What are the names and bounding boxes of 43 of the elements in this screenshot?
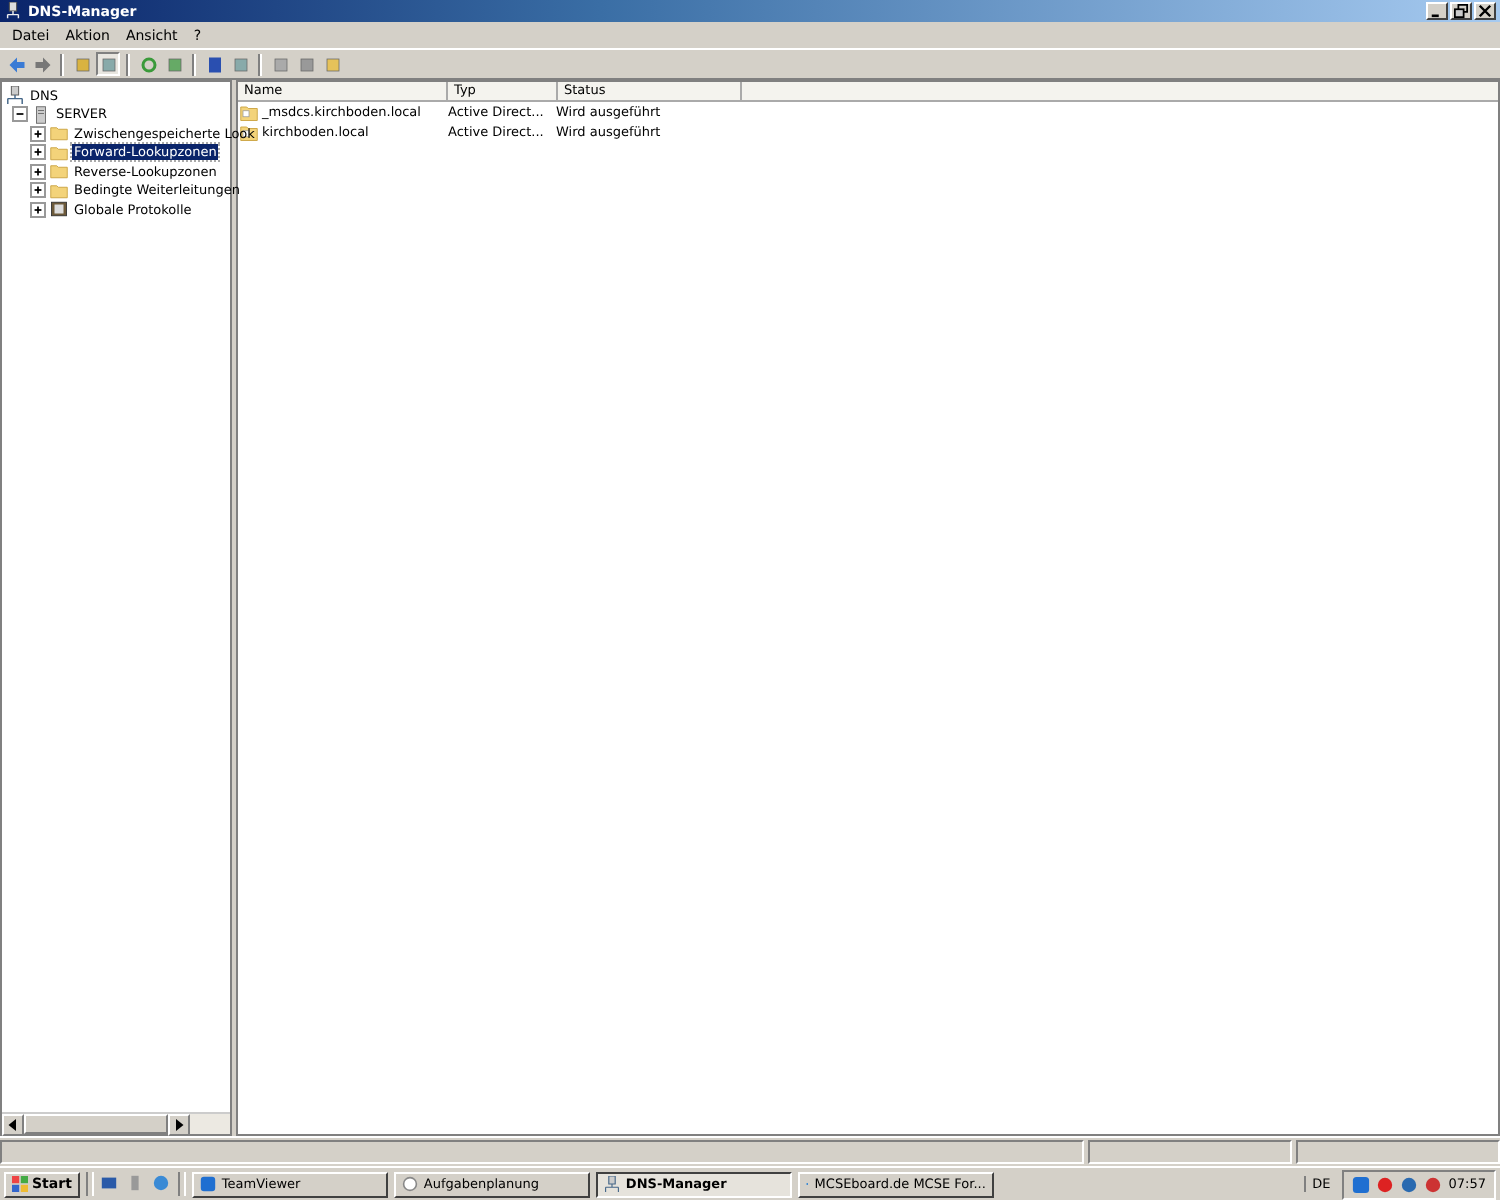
server-icon	[32, 105, 50, 124]
restore-icon	[1454, 4, 1468, 18]
minimize-button[interactable]	[1426, 2, 1448, 20]
shield-icon[interactable]	[1376, 1175, 1395, 1193]
horizontal-scrollbar[interactable]	[2, 1112, 230, 1134]
folder-icon	[323, 55, 341, 73]
expander-icon[interactable]	[12, 106, 28, 123]
toolbar-button[interactable]	[228, 52, 252, 76]
speaker-icon[interactable]	[1424, 1175, 1443, 1193]
toolbar-button[interactable]	[4, 52, 28, 76]
restore-button[interactable]	[1450, 2, 1472, 20]
expander-icon[interactable]	[30, 163, 46, 180]
expander-icon[interactable]	[30, 201, 46, 218]
app-icon[interactable]	[1352, 1175, 1371, 1193]
desktop-icon[interactable]	[99, 1174, 120, 1194]
toolbar-button[interactable]	[96, 52, 120, 76]
toolbar-button[interactable]	[136, 52, 160, 76]
window-icon	[99, 55, 117, 73]
server-tree-icon	[4, 2, 22, 20]
expander-icon[interactable]	[30, 125, 46, 142]
log-icon	[50, 200, 68, 219]
toolbar-button[interactable]	[162, 52, 186, 76]
close-button[interactable]	[1474, 2, 1496, 20]
expander-icon[interactable]	[30, 182, 46, 199]
scroll-thumb[interactable]	[24, 1114, 168, 1134]
clock-icon	[401, 1176, 418, 1192]
close-icon	[1478, 4, 1492, 18]
server-tree-icon	[603, 1176, 620, 1192]
window-icon	[231, 55, 249, 73]
windows-logo-icon	[12, 1176, 28, 1192]
toolbar-button[interactable]	[30, 52, 54, 76]
scroll-left-icon[interactable]	[2, 1114, 24, 1136]
help-icon	[205, 55, 223, 73]
scroll-right-icon[interactable]	[168, 1114, 190, 1136]
dns-icon	[6, 86, 24, 105]
window-icon	[165, 55, 183, 73]
toolbar-button[interactable]	[268, 52, 292, 76]
toolbar-button[interactable]	[294, 52, 318, 76]
expander-icon[interactable]	[30, 144, 46, 161]
refresh-icon	[139, 55, 157, 73]
network-icon[interactable]	[1400, 1175, 1419, 1193]
app-icon	[199, 1176, 216, 1192]
folder-icon	[73, 55, 91, 73]
